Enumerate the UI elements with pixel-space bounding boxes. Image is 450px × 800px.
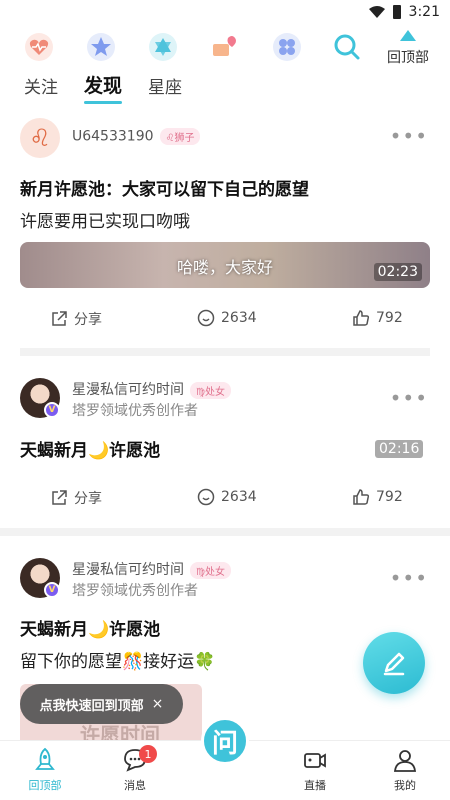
post-title: 天蝎新月🌙许愿池	[20, 441, 161, 461]
clover-grid-icon[interactable]	[272, 32, 302, 62]
share-icon	[52, 311, 67, 326]
share-button[interactable]: 分享	[50, 309, 102, 329]
battery-icon	[392, 5, 401, 19]
video-duration: 02:16	[375, 440, 424, 458]
nav-label: 我的	[394, 779, 416, 792]
more-options-icon[interactable]: •••	[390, 386, 428, 410]
pencil-icon	[383, 652, 405, 676]
nav-label: 回顶部	[28, 779, 62, 792]
post-title: 新月许愿池：大家可以留下自己的愿望	[20, 180, 309, 200]
post-actions: 分享 2634 792	[0, 488, 450, 518]
post-actions: 分享 2634 792	[0, 309, 450, 339]
verified-badge-icon: V	[44, 582, 60, 598]
video-player[interactable]: 哈喽，大家好 02:23	[20, 242, 430, 288]
wifi-icon	[368, 6, 385, 18]
post-text: 留下你的愿望🎊接好运🍀	[20, 652, 216, 672]
nav-label: 消息	[124, 779, 146, 792]
back-to-top-label: 回顶部	[387, 50, 429, 66]
tab-discover[interactable]: 发现	[84, 71, 123, 104]
comment-icon	[197, 488, 215, 506]
heart-pulse-icon[interactable]	[24, 32, 54, 62]
like-count: 792	[376, 489, 403, 505]
nav-profile[interactable]: 我的	[375, 747, 435, 793]
back-to-top-button[interactable]: 回顶部	[380, 28, 436, 72]
comment-count: 2634	[221, 489, 257, 505]
share-label: 分享	[74, 312, 102, 328]
video-camera-icon	[304, 753, 326, 768]
like-button[interactable]: 792	[352, 488, 403, 506]
close-icon[interactable]: ×	[152, 696, 164, 712]
more-options-icon[interactable]: •••	[390, 124, 428, 148]
post-username[interactable]: U64533190 ♌狮子	[72, 128, 201, 145]
arrow-up-icon	[400, 30, 416, 41]
username-text: 星漫私信可约时间	[72, 382, 184, 398]
share-button[interactable]: 分享	[50, 488, 102, 508]
avatar[interactable]: ♌	[20, 118, 60, 158]
divider	[20, 348, 430, 356]
tab-follow[interactable]: 关注	[24, 73, 58, 104]
zodiac-tag: ♍处女	[190, 561, 231, 579]
zodiac-tag: ♍处女	[190, 381, 231, 399]
verified-badge-icon: V	[44, 402, 60, 418]
share-label: 分享	[74, 491, 102, 507]
thumbs-up-icon	[353, 489, 370, 505]
nav-label: 直播	[304, 779, 326, 792]
more-options-icon[interactable]: •••	[390, 566, 428, 590]
username-text: U64533190	[72, 128, 154, 145]
feed-tabs: 关注 发现 星座	[24, 70, 182, 104]
post-username[interactable]: 星漫私信可约时间 ♍处女	[72, 559, 231, 579]
status-time: 3:21	[408, 4, 440, 20]
back-to-top-toast[interactable]: 点我快速回到顶部 ×	[20, 684, 183, 724]
post-title: 天蝎新月🌙许愿池	[20, 620, 161, 640]
video-duration: 02:23	[373, 263, 422, 281]
divider	[0, 528, 450, 536]
zodiac-tag: ♌狮子	[159, 128, 201, 145]
comment-button[interactable]: 2634	[197, 309, 257, 327]
comment-icon	[197, 309, 215, 327]
comment-count: 2634	[221, 310, 257, 326]
share-icon	[52, 490, 67, 505]
comment-button[interactable]: 2634	[197, 488, 257, 506]
love-letter-icon[interactable]	[210, 32, 240, 62]
user-icon	[393, 750, 417, 772]
bottom-nav: 回顶部 1 消息 问 直播 我的	[0, 717, 450, 800]
nav-messages[interactable]: 1 消息	[105, 745, 165, 793]
status-bar: 3:21	[0, 0, 450, 24]
nav-back-to-top[interactable]: 回顶部	[15, 747, 75, 793]
unread-badge: 1	[139, 745, 157, 763]
ask-button[interactable]: 问	[201, 717, 249, 765]
post-username[interactable]: 星漫私信可约时间 ♍处女	[72, 379, 231, 399]
video-caption: 哈喽，大家好	[176, 258, 273, 277]
thumbs-up-icon	[353, 310, 370, 326]
nav-live[interactable]: 直播	[285, 747, 345, 793]
compose-button[interactable]	[363, 632, 425, 694]
tab-zodiac[interactable]: 星座	[148, 73, 182, 104]
post-text: 许愿要用已实现口吻哦	[20, 212, 190, 232]
hexagram-icon[interactable]	[148, 32, 178, 62]
creator-title: 塔罗领域优秀创作者	[72, 403, 198, 419]
like-count: 792	[376, 310, 403, 326]
star-badge-icon[interactable]	[86, 32, 116, 62]
like-button[interactable]: 792	[352, 309, 403, 327]
toast-label: 点我快速回到顶部	[39, 698, 144, 714]
creator-title: 塔罗领域优秀创作者	[72, 583, 198, 599]
username-text: 星漫私信可约时间	[72, 562, 184, 578]
search-icon[interactable]	[332, 32, 362, 62]
top-icon-bar: 回顶部	[0, 28, 450, 68]
rocket-icon	[35, 747, 55, 770]
